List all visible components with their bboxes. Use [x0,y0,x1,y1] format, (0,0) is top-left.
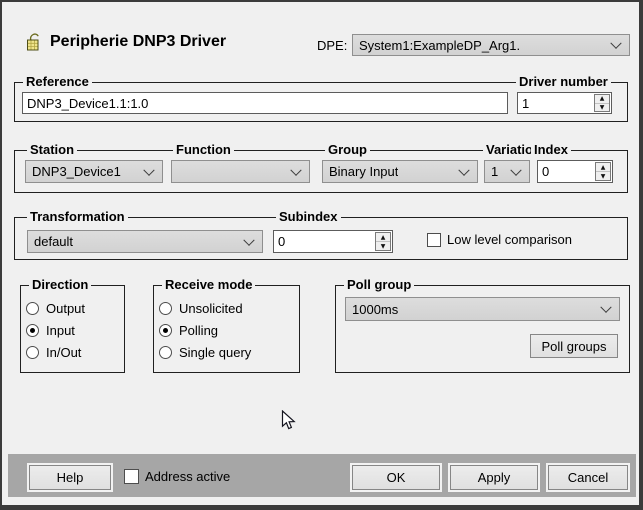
function-combobox[interactable] [171,160,310,183]
subindex-spinbox: ▲ ▼ [273,230,393,253]
dpe-combobox[interactable]: System1:ExampleDP_Arg1. [352,34,630,56]
station-combobox-value: DNP3_Device1 [32,164,121,179]
apply-button[interactable]: Apply [450,465,538,490]
spinner-down-icon[interactable]: ▼ [596,172,610,180]
radio-label: Input [46,323,75,338]
radio-icon [159,324,172,337]
transformation-combobox[interactable]: default [27,230,263,253]
spinner-down-icon[interactable]: ▼ [595,104,609,112]
cancel-button[interactable]: Cancel [548,465,628,490]
driver-number-label: Driver number [516,75,611,89]
radio-icon [26,346,39,359]
group-combobox[interactable]: Binary Input [322,160,478,183]
dpe-combobox-value: System1:ExampleDP_Arg1. [359,38,520,53]
index-spinbox: ▲ ▼ [537,160,613,183]
index-label: Index [531,143,571,157]
chevron-down-icon [243,234,254,245]
radio-label: Unsolicited [179,301,243,316]
radio-label: Polling [179,323,218,338]
receive-mode-radio-polling[interactable]: Polling [159,323,218,338]
direction-radio-input[interactable]: Input [26,323,75,338]
station-label: Station [27,143,77,157]
group-combobox-value: Binary Input [329,164,398,179]
chevron-down-icon [458,164,469,175]
radio-icon [26,302,39,315]
direction-radio-inout[interactable]: In/Out [26,345,81,360]
checkbox-icon [124,469,139,484]
low-level-comparison-checkbox[interactable]: Low level comparison [427,232,572,247]
poll-group-combobox-value: 1000ms [352,302,398,317]
function-label: Function [173,143,234,157]
direction-label: Direction [29,278,91,292]
dpe-label: DPE: [317,38,347,53]
chevron-down-icon [600,302,611,313]
subindex-input[interactable] [274,231,372,252]
receive-mode-radio-unsolicited[interactable]: Unsolicited [159,301,243,316]
receive-mode-label: Receive mode [162,278,255,292]
chevron-down-icon [143,164,154,175]
chevron-down-icon [610,38,621,49]
unlock-icon [26,31,43,56]
chevron-down-icon [510,164,521,175]
low-level-comparison-label: Low level comparison [447,232,572,247]
mouse-cursor [281,410,296,435]
index-input[interactable] [538,161,592,182]
poll-groups-button[interactable]: Poll groups [530,334,618,358]
transformation-combobox-value: default [34,234,73,249]
radio-label: Output [46,301,85,316]
radio-icon [159,346,172,359]
direction-radio-output[interactable]: Output [26,301,85,316]
radio-label: Single query [179,345,251,360]
address-active-checkbox[interactable]: Address active [124,469,230,484]
subindex-label: Subindex [276,210,341,224]
help-button[interactable]: Help [29,465,111,490]
station-combobox[interactable]: DNP3_Device1 [25,160,163,183]
driver-number-input[interactable] [518,93,591,113]
index-spin-buttons: ▲ ▼ [595,162,611,181]
radio-icon [26,324,39,337]
subindex-spin-buttons: ▲ ▼ [375,232,391,251]
transformation-label: Transformation [27,210,128,224]
chevron-down-icon [290,164,301,175]
radio-label: In/Out [46,345,81,360]
reference-label: Reference [23,75,92,89]
ok-button[interactable]: OK [352,465,440,490]
dialog-title: Peripherie DNP3 Driver [50,33,226,51]
variation-combobox[interactable]: 1 [484,160,530,183]
receive-mode-radio-single-query[interactable]: Single query [159,345,251,360]
address-active-label: Address active [145,469,230,484]
reference-input[interactable] [22,92,508,114]
poll-group-label: Poll group [344,278,414,292]
radio-icon [159,302,172,315]
driver-number-spinbox: ▲ ▼ [517,92,612,114]
footer-bar: Help Address active OK Apply Cancel [8,454,636,497]
group-label: Group [325,143,370,157]
spinner-up-icon[interactable]: ▲ [596,163,610,172]
driver-number-spin-buttons: ▲ ▼ [594,94,610,112]
spinner-up-icon[interactable]: ▲ [595,95,609,104]
spinner-down-icon[interactable]: ▼ [376,242,390,250]
variation-combobox-value: 1 [491,164,498,179]
spinner-up-icon[interactable]: ▲ [376,233,390,242]
checkbox-icon [427,233,441,247]
poll-group-combobox[interactable]: 1000ms [345,297,620,321]
